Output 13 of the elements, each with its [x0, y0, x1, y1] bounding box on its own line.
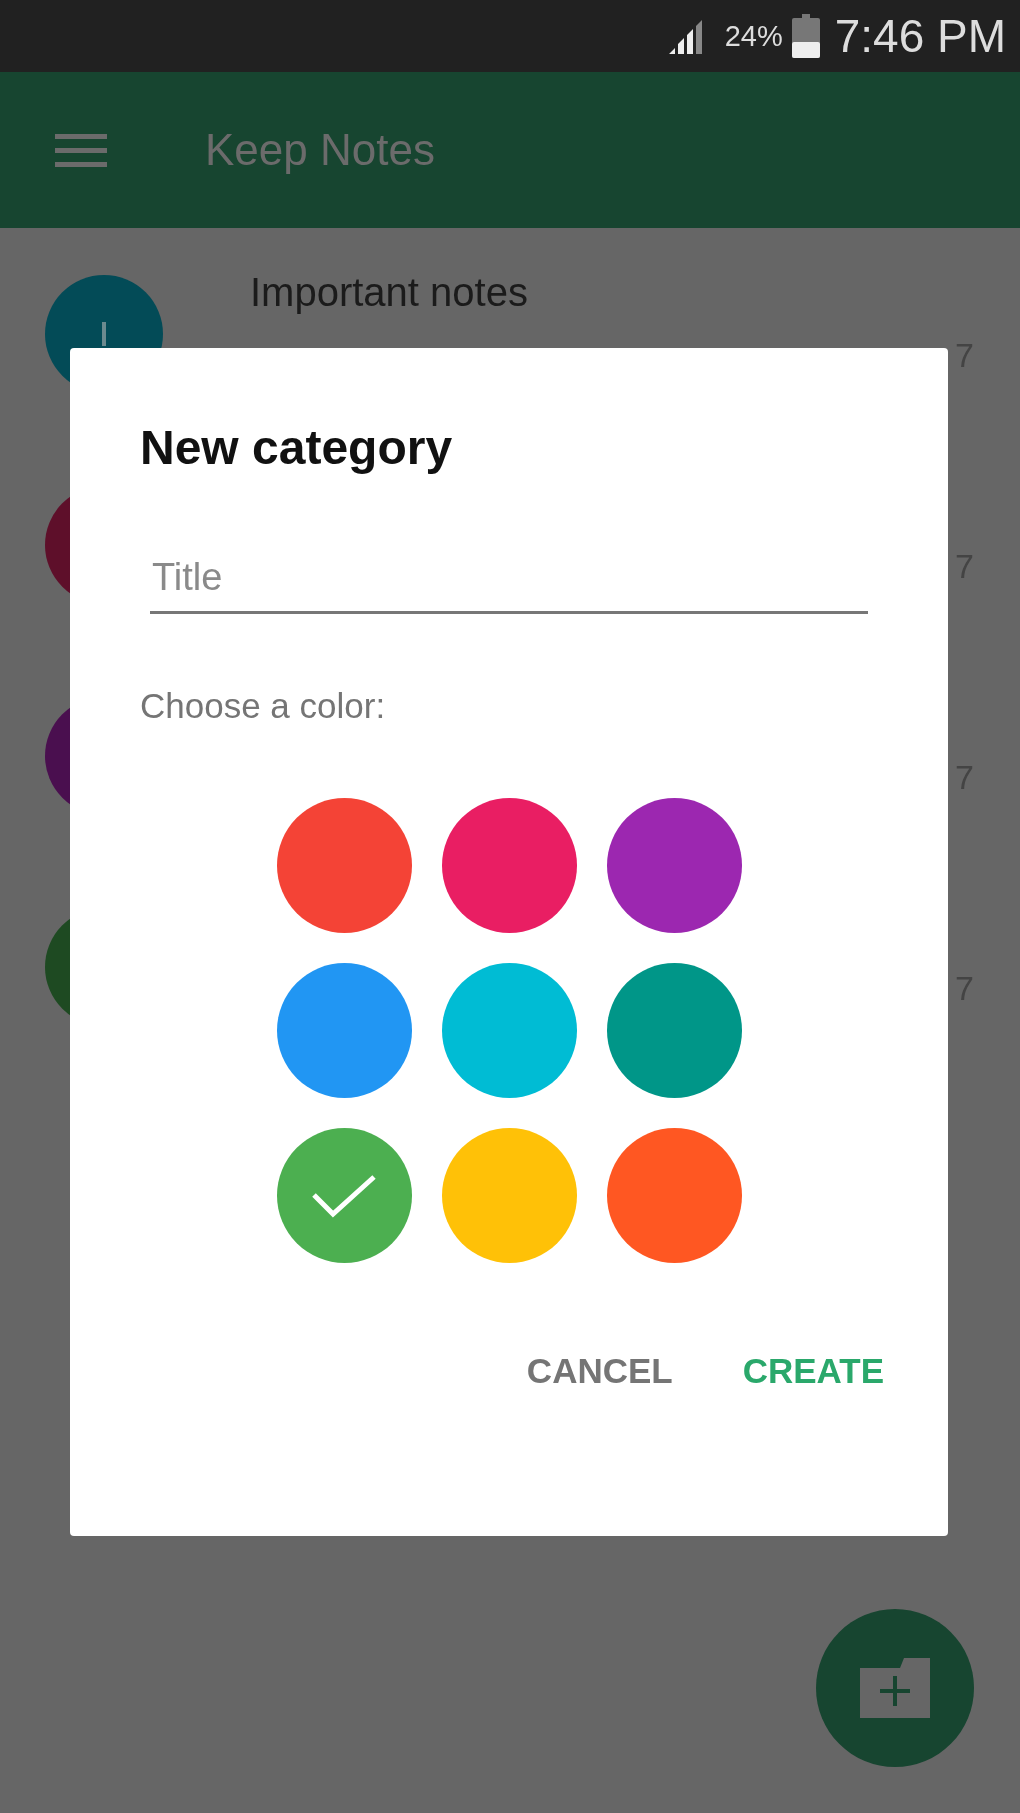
clock-time: 7:46 PM	[834, 9, 1006, 63]
color-label: Choose a color:	[140, 686, 387, 726]
cancel-button[interactable]: CANCEL	[526, 1345, 673, 1397]
category-title: Important notes	[250, 270, 529, 316]
app-title: Keep Notes	[205, 125, 435, 175]
battery-icon	[790, 14, 821, 58]
create-button[interactable]: CREATE	[742, 1345, 884, 1397]
title-input-field[interactable]: Title	[150, 556, 868, 614]
dialog-title: New category	[140, 420, 454, 476]
folder-plus-icon	[860, 1658, 930, 1718]
checkmark-icon	[311, 1172, 377, 1219]
menu-icon[interactable]	[55, 132, 107, 168]
battery-percentage: 24%	[724, 19, 783, 53]
